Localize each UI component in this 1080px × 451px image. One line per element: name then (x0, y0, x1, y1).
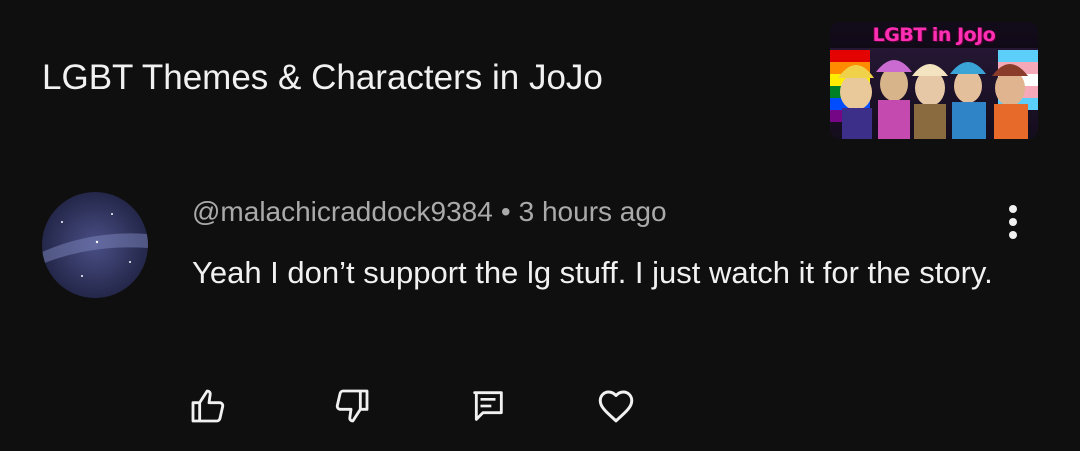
like-button[interactable] (186, 384, 230, 428)
thumbs-up-icon (191, 389, 225, 423)
meta-separator: • (500, 196, 511, 227)
more-vertical-icon (1009, 205, 1017, 239)
dislike-button[interactable] (330, 384, 374, 428)
reply-comment-icon (473, 391, 503, 421)
comment-text: Yeah I don’t support the lg stuff. I jus… (192, 255, 993, 290)
thumbs-down-icon (335, 389, 369, 423)
comment-time: 3 hours ago (518, 196, 667, 227)
avatar-image (42, 192, 148, 298)
video-thumbnail[interactable]: LGBT in JoJo (830, 22, 1038, 139)
comment-meta: @malachicraddock9384 • 3 hours ago (192, 196, 667, 228)
reply-button[interactable] (466, 384, 510, 428)
avatar[interactable] (42, 192, 148, 298)
heart-button[interactable] (594, 384, 638, 428)
more-options-button[interactable] (996, 200, 1030, 244)
comment-author[interactable]: @malachicraddock9384 (192, 196, 493, 227)
video-title[interactable]: LGBT Themes & Characters in JoJo (42, 58, 603, 98)
thumbnail-caption: LGBT in JoJo (872, 24, 996, 46)
heart-icon (598, 390, 634, 423)
